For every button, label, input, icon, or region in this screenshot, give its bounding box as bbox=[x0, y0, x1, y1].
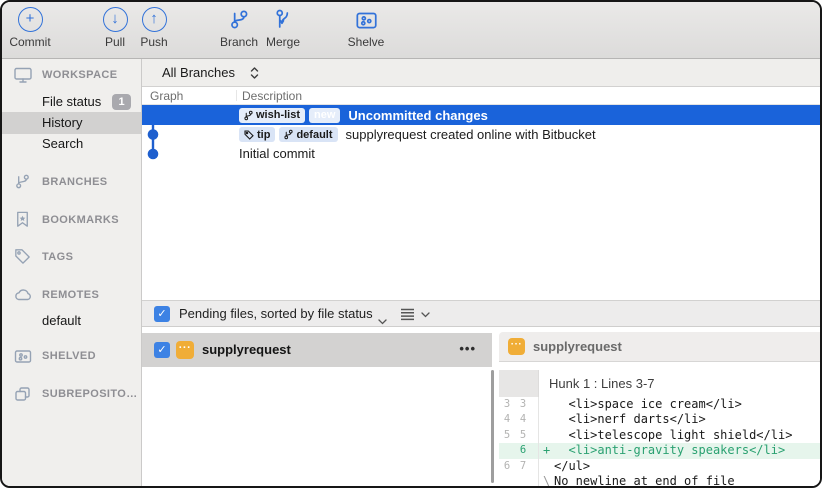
file-actions-button[interactable]: ••• bbox=[459, 333, 476, 365]
commit-message: Uncommitted changes bbox=[348, 108, 487, 123]
chevron-down-icon bbox=[421, 312, 430, 318]
file-status-count-badge: 1 bbox=[112, 94, 131, 110]
commit-label: Commit bbox=[0, 35, 62, 49]
sidebar-item-bookmarks[interactable]: BOOKMARKS bbox=[2, 209, 141, 231]
diff-line-added: 6+ <li>anti-gravity speakers</li> bbox=[499, 443, 820, 458]
tags-icon bbox=[13, 247, 33, 267]
shelve-label: Shelve bbox=[334, 35, 398, 49]
bookmarks-icon bbox=[13, 210, 33, 230]
hunk-gutter bbox=[499, 370, 539, 397]
push-label: Push bbox=[122, 35, 186, 49]
shelve-icon bbox=[334, 7, 398, 32]
main-area: All Branches Graph Description bbox=[142, 59, 820, 486]
column-divider[interactable] bbox=[236, 90, 237, 101]
description-column-header[interactable]: Description bbox=[242, 87, 302, 105]
sidebar-item-shelved[interactable]: SHELVED bbox=[2, 345, 141, 367]
branch-filter-dropdown[interactable] bbox=[249, 65, 260, 86]
diff-line: 67</ul> bbox=[499, 459, 820, 474]
sidebar: WORKSPACE File status 1 History Search B… bbox=[2, 59, 142, 486]
sidebar-item-subrepositories[interactable]: SUBREPOSITO… bbox=[2, 383, 141, 405]
commit-row-uncommitted[interactable]: wish-list new Uncommitted changes bbox=[142, 105, 820, 125]
commit-icon: + bbox=[18, 7, 43, 32]
file-checkbox[interactable]: ✓ bbox=[154, 342, 170, 358]
branches-icon bbox=[13, 172, 33, 192]
merge-label: Merge bbox=[251, 35, 315, 49]
sidebar-item-tags[interactable]: TAGS bbox=[2, 246, 141, 268]
hunk-title: Hunk 1 : Lines 3-7 bbox=[549, 370, 655, 397]
pending-file-list: ✓ ··· supplyrequest ••• bbox=[142, 327, 492, 486]
branch-filter-bar: All Branches bbox=[142, 59, 820, 87]
merge-icon bbox=[251, 7, 315, 32]
push-icon: ↑ bbox=[142, 7, 167, 32]
pending-files-label[interactable]: Pending files, sorted by file status bbox=[179, 301, 373, 327]
workspace-icon bbox=[13, 65, 33, 85]
commit-message: supplyrequest created online with Bitbuc… bbox=[346, 127, 596, 142]
diff-line: 55 <li>telescope light shield</li> bbox=[499, 428, 820, 443]
merge-button[interactable]: Merge bbox=[251, 7, 315, 49]
vertical-scrollbar[interactable] bbox=[491, 370, 494, 483]
commit-row-supplyrequest[interactable]: tip default supplyrequest created online… bbox=[142, 125, 820, 144]
modified-status-icon: ··· bbox=[508, 338, 525, 355]
remotes-icon bbox=[13, 285, 33, 305]
sidebar-item-search[interactable]: Search bbox=[2, 133, 141, 155]
push-button[interactable]: ↑ Push bbox=[122, 7, 186, 49]
commit-row-initial[interactable]: Initial commit bbox=[142, 144, 820, 163]
pending-files-checkbox[interactable]: ✓ bbox=[154, 306, 170, 322]
tip-badge: tip bbox=[239, 127, 275, 142]
subrepositories-icon bbox=[13, 384, 33, 404]
view-options-menu[interactable] bbox=[400, 301, 430, 328]
shelved-icon bbox=[13, 346, 33, 366]
diff-line: 33 <li>space ice cream</li> bbox=[499, 397, 820, 412]
sidebar-item-workspace[interactable]: WORKSPACE bbox=[2, 64, 141, 86]
hunk-header: Hunk 1 : Lines 3-7 bbox=[499, 370, 820, 397]
new-badge: new bbox=[309, 108, 340, 123]
commit-button[interactable]: + Commit bbox=[0, 7, 62, 49]
commit-list: wish-list new Uncommitted changes tip de… bbox=[142, 105, 820, 300]
diff-panel: ··· supplyrequest Hunk 1 : Lines 3-7 33 … bbox=[499, 327, 820, 486]
sidebar-item-remotes[interactable]: REMOTES bbox=[2, 284, 141, 306]
diff-file-header: ··· supplyrequest bbox=[499, 332, 820, 362]
sidebar-item-file-status[interactable]: File status 1 bbox=[2, 91, 141, 113]
diff-file-name: supplyrequest bbox=[533, 332, 622, 361]
pending-files-bar: ✓ Pending files, sorted by file status bbox=[142, 300, 820, 327]
graph-column-header[interactable]: Graph bbox=[150, 87, 183, 105]
sidebar-item-branches[interactable]: BRANCHES bbox=[2, 171, 141, 193]
branch-badge-default: default bbox=[279, 127, 337, 142]
history-column-header: Graph Description bbox=[142, 87, 820, 105]
shelve-button[interactable]: Shelve bbox=[334, 7, 398, 49]
file-name: supplyrequest bbox=[202, 333, 291, 367]
modified-status-icon: ··· bbox=[176, 341, 194, 359]
diff-line-no-newline: \No newline at end of file bbox=[499, 474, 820, 488]
sidebar-item-default-remote[interactable]: default bbox=[2, 310, 141, 332]
sourcetree-window: + Commit ↓ Pull ↑ Push Branch bbox=[0, 0, 822, 488]
commit-message: Initial commit bbox=[239, 146, 315, 161]
sidebar-item-history[interactable]: History bbox=[2, 112, 141, 134]
branch-filter-label: All Branches bbox=[162, 59, 235, 86]
toolbar: + Commit ↓ Pull ↑ Push Branch bbox=[2, 2, 820, 59]
diff-lines: 33 <li>space ice cream</li> 44 <li>nerf … bbox=[499, 397, 820, 486]
file-row-supplyrequest[interactable]: ✓ ··· supplyrequest ••• bbox=[142, 333, 492, 367]
branch-badge-wish-list: wish-list bbox=[239, 108, 305, 123]
diff-line: 44 <li>nerf darts</li> bbox=[499, 412, 820, 427]
list-view-icon bbox=[400, 308, 415, 321]
